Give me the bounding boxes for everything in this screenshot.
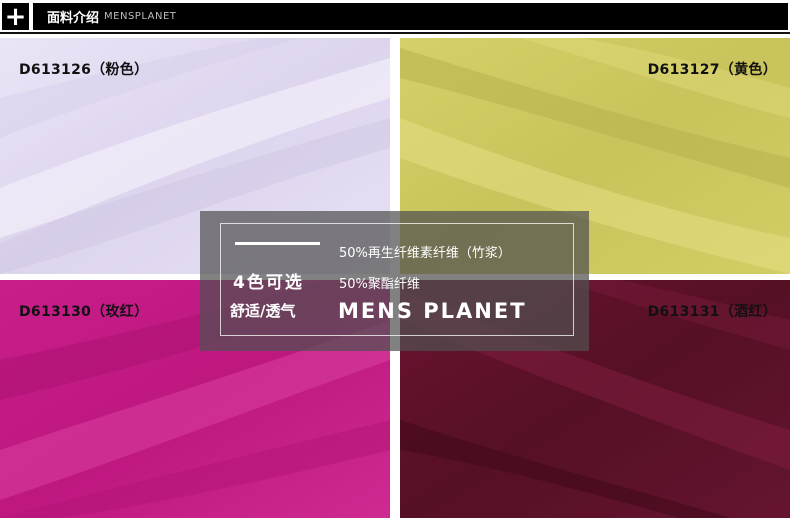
composition-line-2: 50%聚酯纤维 [339,277,420,292]
swatch-label-magenta: D613130（玫红） [19,304,149,320]
info-overlay: 4色可选 舒适/透气 50%再生纤维素纤维（竹浆） 50%聚酯纤维 MENS P… [200,211,589,351]
brand-name: MENS PLANET [338,299,527,323]
swatch-label-lavender: D613126（粉色） [19,62,149,78]
section-title-bar: 面料介绍 MENSPLANET [33,3,788,30]
color-options-text: 4色可选 [233,273,304,293]
section-subtitle: MENSPLANET [104,11,177,22]
section-header: + 面料介绍 MENSPLANET [0,0,790,34]
swatch-label-yellow: D613127（黄色） [647,62,777,78]
feature-text: 舒适/透气 [230,302,296,320]
composition-line-1: 50%再生纤维素纤维（竹浆） [339,246,511,261]
plus-icon: + [2,3,29,30]
overlay-divider [235,242,320,245]
section-title: 面料介绍 [47,11,100,26]
info-overlay-frame: 4色可选 舒适/透气 50%再生纤维素纤维（竹浆） 50%聚酯纤维 MENS P… [220,223,574,336]
swatch-label-wine: D613131（酒红） [647,304,777,320]
